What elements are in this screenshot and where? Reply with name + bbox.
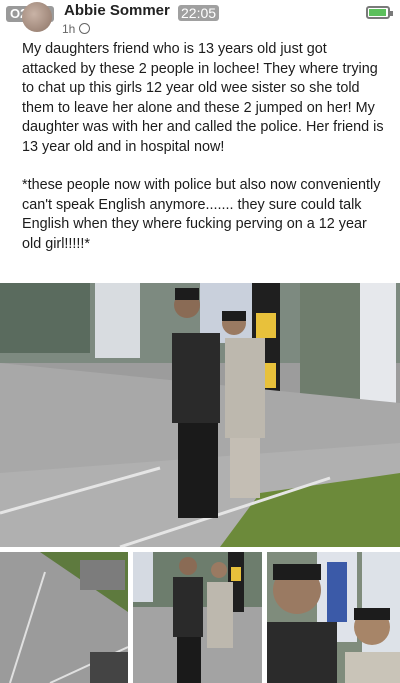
- post-paragraph-2: *these people now with police but also n…: [22, 177, 381, 252]
- post-photo-main[interactable]: [0, 283, 400, 547]
- post-author[interactable]: Abbie Sommer: [64, 2, 170, 19]
- post-timestamp[interactable]: 1h: [62, 22, 75, 36]
- post-body: My daughters friend who is 13 years old …: [22, 40, 384, 254]
- avatar[interactable]: [22, 2, 52, 32]
- status-bar: O2-UK 22:05: [0, 0, 400, 26]
- post-photo-thumb-3[interactable]: [267, 552, 400, 683]
- post-paragraph-1: My daughters friend who is 13 years old …: [22, 41, 384, 155]
- battery-icon: [366, 6, 393, 19]
- post-photo-thumb-1[interactable]: [0, 552, 128, 683]
- clock: 22:05: [178, 5, 220, 21]
- post-photo-thumb-2[interactable]: [133, 552, 262, 683]
- post-meta: 1h: [62, 22, 91, 36]
- globe-icon: [79, 23, 91, 34]
